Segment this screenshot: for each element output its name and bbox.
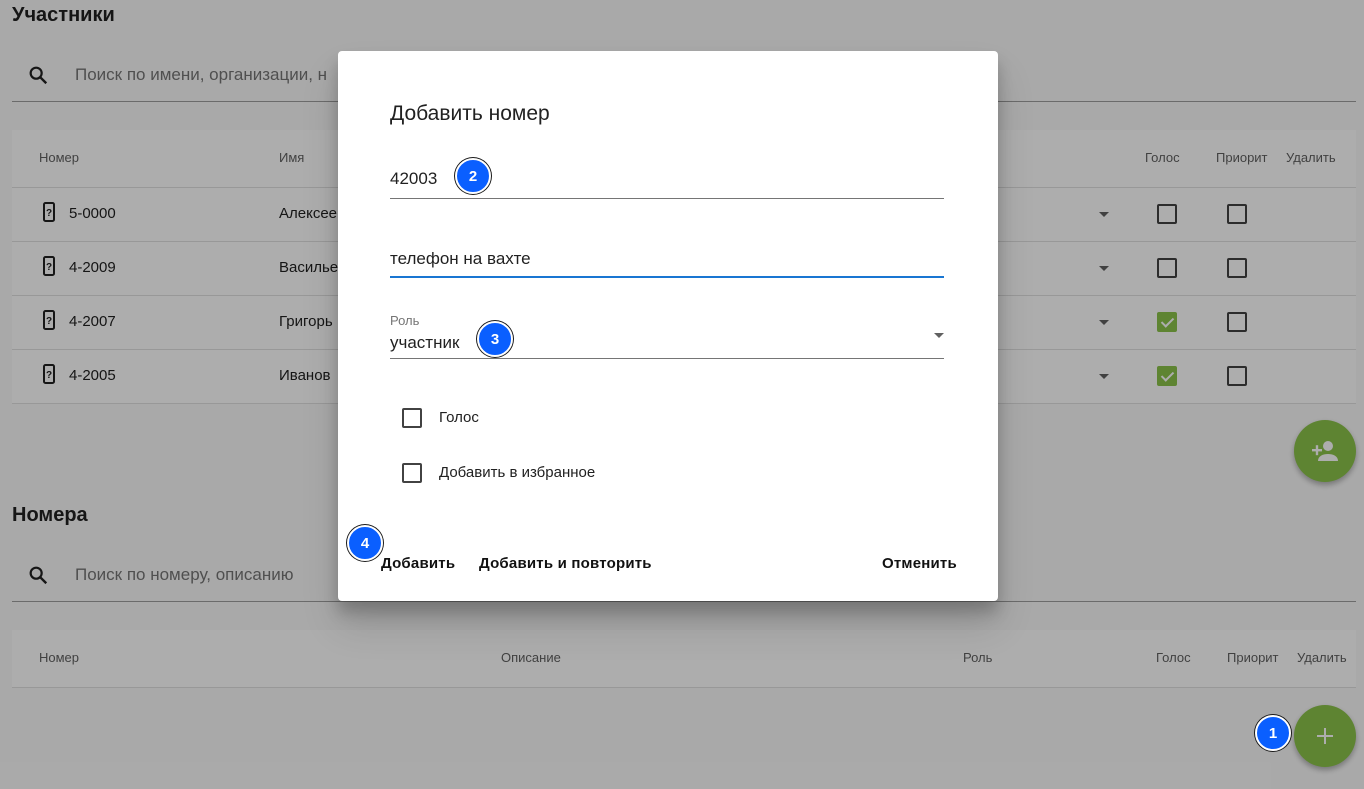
description-field[interactable]: телефон на вахте (390, 243, 944, 279)
favorite-checkbox-label: Добавить в избранное (439, 464, 596, 481)
dropdown-arrow-icon (934, 333, 944, 338)
description-field-value: телефон на вахте (390, 249, 531, 268)
step-badge-1: 1 (1255, 715, 1291, 751)
role-select-underline (390, 358, 944, 359)
dialog-title: Добавить номер (390, 102, 550, 125)
voice-checkbox-label: Голос (439, 409, 479, 426)
favorite-checkbox[interactable] (402, 463, 422, 483)
role-select-label: Роль (390, 313, 420, 328)
step-badge-3: 3 (477, 321, 513, 357)
add-number-dialog: Добавить номер 42003 2 телефон на вахте … (338, 51, 998, 601)
role-select[interactable]: Роль участник (390, 313, 944, 359)
role-select-value: участник (390, 333, 460, 352)
number-field-value: 42003 (390, 169, 438, 188)
add-button[interactable]: Добавить (381, 555, 455, 572)
cancel-button[interactable]: Отменить (882, 555, 957, 572)
voice-checkbox[interactable] (402, 408, 422, 428)
number-field-underline (390, 198, 944, 199)
add-and-repeat-button[interactable]: Добавить и повторить (479, 555, 652, 572)
step-badge-4: 4 (347, 525, 383, 561)
step-badge-2: 2 (455, 158, 491, 194)
description-field-underline (390, 276, 944, 278)
